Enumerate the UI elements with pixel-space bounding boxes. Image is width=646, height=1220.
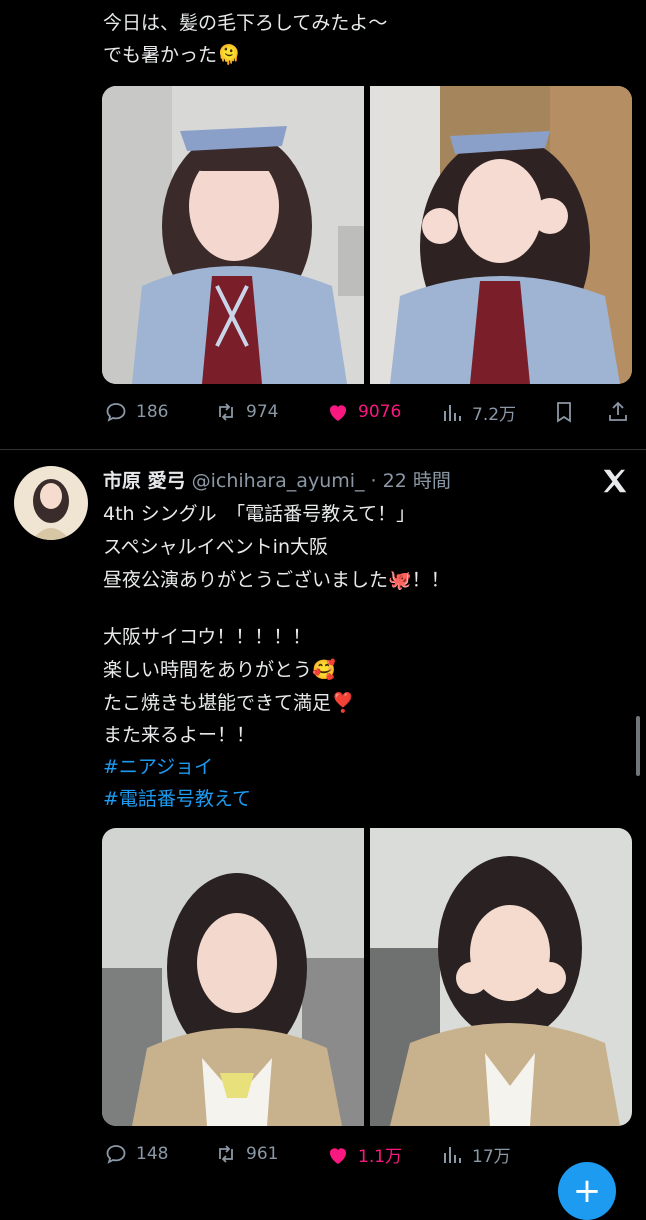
heart-filled-icon [329, 1147, 347, 1164]
heart-filled-icon [329, 405, 347, 421]
post1-photo-2[interactable] [370, 86, 632, 384]
repost-button[interactable]: 974 [214, 400, 278, 424]
post2-photo-2[interactable] [370, 828, 632, 1126]
scrollbar[interactable] [636, 716, 640, 776]
repost-count: 974 [246, 402, 279, 422]
like-count: 1.1万 [358, 1147, 403, 1167]
reply-count: 148 [136, 1144, 169, 1164]
reply-count: 186 [136, 402, 169, 422]
reply-button[interactable]: 186 [104, 400, 168, 424]
post-time[interactable]: · 22 時間 [371, 466, 451, 493]
post2-photo-1[interactable] [102, 828, 364, 1126]
post2-line2: スペシャルイベントin大阪 [103, 536, 328, 558]
post1-text-line1: 今日は、髪の毛下ろしてみたよ〜 [103, 12, 388, 34]
post2-line7: たこ焼きも堪能できて満足❣️ [103, 692, 355, 714]
like-button[interactable]: 9076 [326, 400, 401, 424]
post1-text-line2: でも暑かった🫠 [103, 44, 241, 66]
share-icon [609, 401, 627, 421]
post2-line5: 大阪サイコウ！！！！！ [103, 626, 312, 648]
post2-line8: また来るよー！！ [103, 724, 256, 746]
like-button[interactable]: 1.1万 [326, 1142, 402, 1167]
bookmark-button[interactable] [552, 400, 576, 424]
post2-line6: 楽しい時間をありがとう🥰 [103, 659, 336, 681]
reply-icon [106, 1145, 126, 1164]
post2-line3: 昼夜公演ありがとうございました🐙！！ [103, 569, 450, 591]
views-button[interactable]: 17万 [440, 1142, 511, 1167]
avatar[interactable] [14, 466, 88, 540]
author-handle[interactable]: @ichihara_ayumi_ [192, 470, 365, 492]
divider [0, 449, 646, 450]
bookmark-icon [557, 402, 571, 423]
views-count: 7.2万 [472, 405, 517, 425]
views-icon [444, 1146, 461, 1163]
reply-icon [106, 403, 126, 422]
post2-line1: 4th シングル 「電話番号教えて！」 [103, 503, 416, 525]
author-name[interactable]: 市原 愛弓 [103, 466, 186, 493]
repost-button[interactable]: 961 [214, 1142, 278, 1166]
like-count: 9076 [358, 402, 402, 422]
repost-icon [219, 403, 233, 421]
views-count: 17万 [472, 1147, 511, 1167]
views-icon [444, 404, 461, 421]
post1-photo-1[interactable] [102, 86, 364, 384]
hashtag-link[interactable]: #電話番号教えて [103, 784, 251, 814]
share-button[interactable] [606, 400, 630, 424]
repost-count: 961 [246, 1144, 279, 1164]
views-button[interactable]: 7.2万 [440, 400, 516, 425]
repost-icon [219, 1145, 233, 1163]
hashtag-link[interactable]: #ニアジョイ [103, 752, 213, 782]
plus-icon: + [572, 1171, 602, 1211]
reply-button[interactable]: 148 [104, 1142, 168, 1166]
x-logo-icon [600, 466, 630, 496]
compose-button[interactable]: + [558, 1162, 616, 1220]
